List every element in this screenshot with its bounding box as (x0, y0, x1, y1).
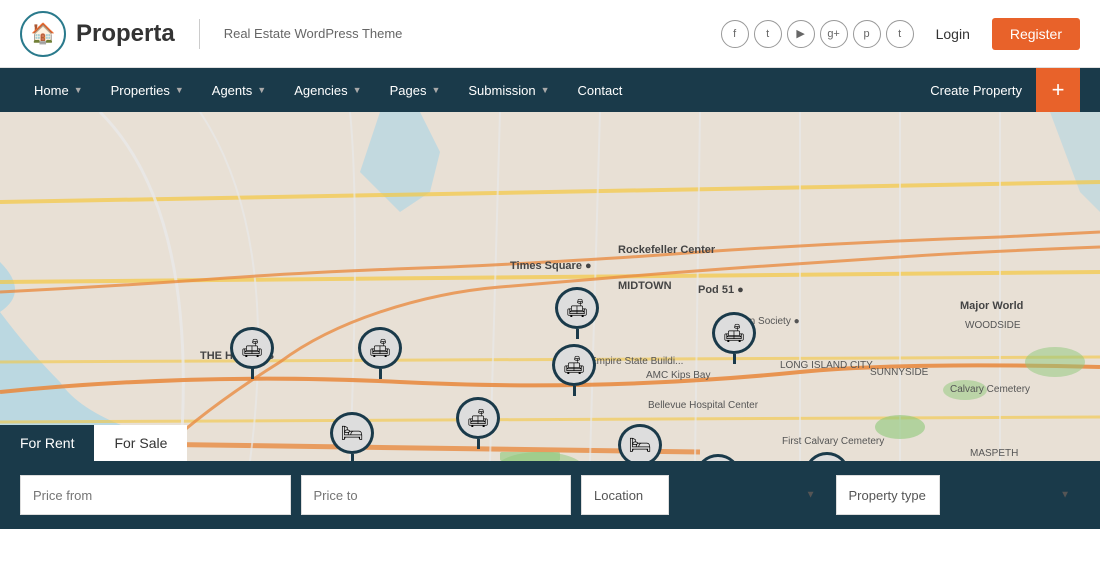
logo-text: Properta (76, 20, 175, 48)
tumblr-icon[interactable]: t (886, 20, 914, 48)
map-pin-11[interactable]: 🛋 (805, 452, 849, 461)
nav-home-arrow: ▼ (74, 85, 83, 95)
tab-for-sale[interactable]: For Sale (94, 425, 187, 461)
nav-home[interactable]: Home ▼ (20, 68, 97, 112)
plus-button[interactable]: + (1036, 68, 1080, 112)
map-pin-1[interactable]: 🛋 (230, 327, 274, 379)
location-select[interactable]: Location New York Brooklyn Manhattan (581, 475, 669, 515)
search-bar: Location New York Brooklyn Manhattan ▼ P… (0, 461, 1100, 529)
logo-area: 🏠 Properta Real Estate WordPress Theme (20, 11, 402, 57)
price-from-input[interactable] (20, 475, 291, 515)
nav-pages-arrow: ▼ (431, 85, 440, 95)
header-right: f t ▶ g+ p t Login Register (721, 18, 1080, 50)
nav-submission-arrow: ▼ (541, 85, 550, 95)
logo-divider (199, 19, 200, 49)
map-pin-7[interactable]: 🛋 (552, 344, 596, 396)
nav-contact[interactable]: Contact (564, 68, 637, 112)
tagline: Real Estate WordPress Theme (224, 26, 403, 41)
map-pin-9[interactable]: 🛋 (712, 312, 756, 364)
map-pin-3[interactable]: 🛏 (330, 412, 374, 461)
nav-properties[interactable]: Properties ▼ (97, 68, 198, 112)
map-container[interactable]: Times Square ● Rockefeller Center MIDTOW… (0, 112, 1100, 461)
location-select-arrow: ▼ (806, 490, 816, 501)
tabs-row: For Rent For Sale (0, 425, 187, 461)
register-button[interactable]: Register (992, 18, 1080, 50)
facebook-icon[interactable]: f (721, 20, 749, 48)
nav-agencies[interactable]: Agencies ▼ (280, 68, 375, 112)
login-button[interactable]: Login (926, 20, 980, 48)
map-pin-5[interactable]: 🛋 (456, 397, 500, 449)
header: 🏠 Properta Real Estate WordPress Theme f… (0, 0, 1100, 68)
youtube-icon[interactable]: ▶ (787, 20, 815, 48)
property-type-select[interactable]: Property type House Apartment Condo (836, 475, 940, 515)
navbar: Home ▼ Properties ▼ Agents ▼ Agencies ▼ … (0, 68, 1100, 112)
price-to-input[interactable] (301, 475, 572, 515)
pinterest-icon[interactable]: p (853, 20, 881, 48)
nav-agents[interactable]: Agents ▼ (198, 68, 280, 112)
tab-for-rent[interactable]: For Rent (0, 425, 94, 461)
nav-pages[interactable]: Pages ▼ (376, 68, 455, 112)
map-pin-8[interactable]: 🛏 (618, 424, 662, 461)
twitter-icon[interactable]: t (754, 20, 782, 48)
nav-submission[interactable]: Submission ▼ (454, 68, 563, 112)
property-type-select-wrapper: Property type House Apartment Condo ▼ (836, 475, 1081, 515)
nav-properties-arrow: ▼ (175, 85, 184, 95)
nav-agents-arrow: ▼ (257, 85, 266, 95)
map-pin-10[interactable]: 🛏 (696, 454, 740, 461)
property-type-select-arrow: ▼ (1060, 490, 1070, 501)
social-icons: f t ▶ g+ p t (721, 20, 914, 48)
create-property-button[interactable]: Create Property (916, 68, 1036, 112)
google-icon[interactable]: g+ (820, 20, 848, 48)
map-pin-2[interactable]: 🛋 (358, 327, 402, 379)
logo-icon: 🏠 (20, 11, 66, 57)
map-background (0, 112, 1100, 461)
map-pin-6[interactable]: 🛋 (555, 287, 599, 339)
nav-agencies-arrow: ▼ (353, 85, 362, 95)
location-select-wrapper: Location New York Brooklyn Manhattan ▼ (581, 475, 826, 515)
